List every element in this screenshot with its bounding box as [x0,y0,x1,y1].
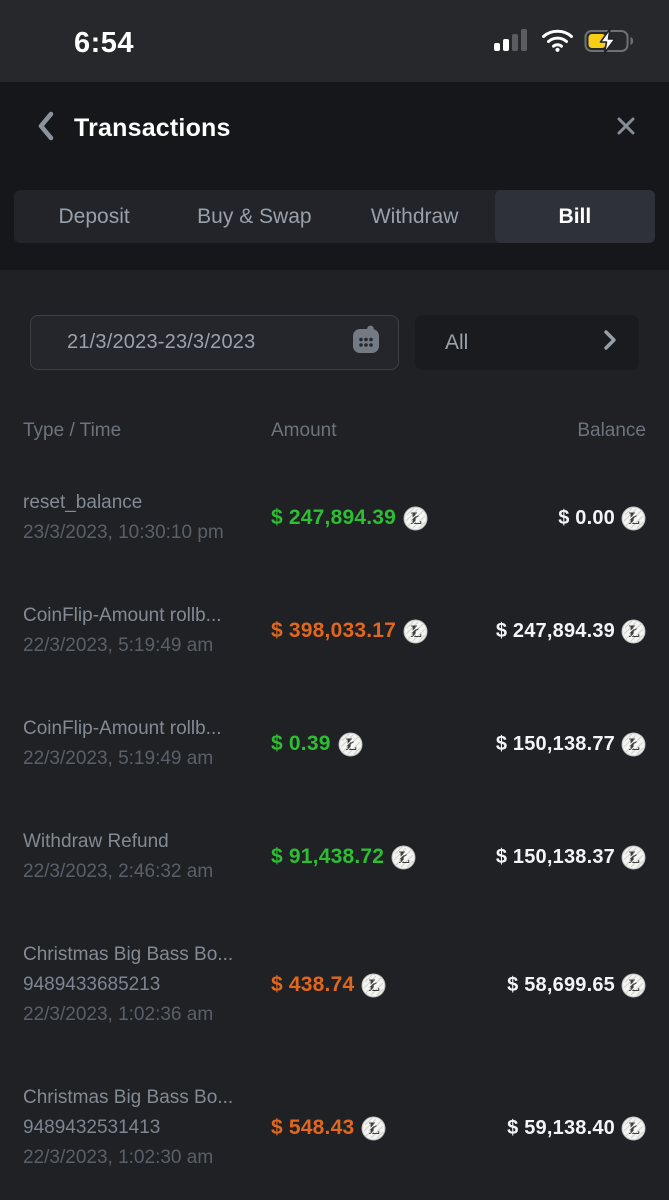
transaction-time: 22/3/2023, 2:46:32 am [23,857,271,887]
table-row: reset_balance23/3/2023, 10:30:10 pm$ 247… [23,488,646,548]
litecoin-coin-icon: Ł [338,732,363,757]
date-range-field[interactable]: 21/3/2023-23/3/2023 [30,315,399,370]
transaction-time: 22/3/2023, 5:19:49 am [23,744,271,774]
battery-charging-icon [584,28,637,59]
balance-value: $ 150,138.37 [496,846,615,869]
tab-bar: DepositBuy & SwapWithdrawBill [14,190,655,243]
litecoin-coin-icon: Ł [621,1116,646,1141]
back-button[interactable] [34,109,58,148]
transaction-type: Christmas Big Bass Bo... [23,940,271,970]
litecoin-coin-icon: Ł [621,506,646,531]
amount-cell: $ 548.43 Ł [271,1116,507,1141]
transaction-type: CoinFlip-Amount rollb... [23,714,271,744]
table-row: Christmas Big Bass Bo...948943253141322/… [23,1083,646,1173]
wifi-icon [541,28,574,58]
tab-bill[interactable]: Bill [495,190,655,243]
table-row: Withdraw Refund22/3/2023, 2:46:32 am$ 91… [23,827,646,887]
balance-cell: $ 150,138.37 Ł [496,845,646,870]
balance-value: $ 59,138.40 [507,1117,615,1140]
litecoin-coin-icon: Ł [403,506,428,531]
transaction-type: CoinFlip-Amount rollb... [23,601,271,631]
amount-value: $ 398,033.17 [271,619,396,643]
table-row: CoinFlip-Amount rollb...22/3/2023, 5:19:… [23,601,646,661]
litecoin-coin-icon: Ł [361,973,386,998]
balance-value: $ 58,699.65 [507,974,615,997]
type-time-cell: Christmas Big Bass Bo...948943368521322/… [23,940,271,1030]
amount-value: $ 438.74 [271,973,354,997]
column-header-amount: Amount [271,420,577,442]
amount-cell: $ 0.39 Ł [271,732,496,757]
balance-cell: $ 150,138.77 Ł [496,732,646,757]
amount-cell: $ 398,033.17 Ł [271,619,496,644]
litecoin-coin-icon: Ł [403,619,428,644]
balance-cell: $ 247,894.39 Ł [496,619,646,644]
chevron-left-icon [34,109,58,148]
tab-withdraw[interactable]: Withdraw [335,190,495,243]
amount-value: $ 247,894.39 [271,506,396,530]
transaction-type: Christmas Big Bass Bo... [23,1083,271,1113]
header-section: Transactions DepositBuy & SwapWithdrawBi… [0,82,669,270]
transaction-type: Withdraw Refund [23,827,271,857]
date-range-value: 21/3/2023-23/3/2023 [67,331,348,354]
table-row: Christmas Big Bass Bo...948943368521322/… [23,940,646,1030]
amount-value: $ 548.43 [271,1116,354,1140]
type-time-cell: CoinFlip-Amount rollb...22/3/2023, 5:19:… [23,601,271,661]
balance-cell: $ 0.00 Ł [558,506,646,531]
transaction-time: 22/3/2023, 5:19:49 am [23,631,271,661]
category-value: All [445,331,601,355]
amount-value: $ 91,438.72 [271,845,384,869]
calendar-icon [348,322,384,363]
header-row: Transactions [0,102,669,154]
status-icons [494,24,637,59]
column-header-type-time: Type / Time [23,420,271,442]
litecoin-coin-icon: Ł [391,845,416,870]
litecoin-coin-icon: Ł [621,973,646,998]
tab-deposit[interactable]: Deposit [14,190,174,243]
amount-cell: $ 247,894.39 Ł [271,506,558,531]
transaction-id: 9489432531413 [23,1113,271,1143]
page-title: Transactions [74,114,231,143]
type-time-cell: CoinFlip-Amount rollb...22/3/2023, 5:19:… [23,714,271,774]
column-header-balance: Balance [577,420,646,442]
category-select[interactable]: All [415,315,639,370]
balance-cell: $ 58,699.65 Ł [507,973,646,998]
transaction-id: 9489433685213 [23,970,271,1000]
amount-cell: $ 438.74 Ł [271,973,507,998]
balance-value: $ 247,894.39 [496,620,615,643]
cellular-signal-icon [494,29,531,58]
type-time-cell: Christmas Big Bass Bo...948943253141322/… [23,1083,271,1173]
litecoin-coin-icon: Ł [621,732,646,757]
transaction-type: reset_balance [23,488,271,518]
table-row: CoinFlip-Amount rollb...22/3/2023, 5:19:… [23,714,646,774]
transactions-table: Type / Time Amount Balance reset_balance… [0,370,669,1173]
close-button[interactable] [613,113,639,144]
transaction-time: 23/3/2023, 10:30:10 pm [23,518,271,548]
close-icon [613,113,639,144]
table-header-row: Type / Time Amount Balance [23,420,646,442]
filter-row: 21/3/2023-23/3/2023 All [0,315,669,370]
main-content: 21/3/2023-23/3/2023 All [0,270,669,1200]
clock-time: 6:54 [74,23,134,60]
amount-value: $ 0.39 [271,732,331,756]
litecoin-coin-icon: Ł [361,1116,386,1141]
amount-cell: $ 91,438.72 Ł [271,845,496,870]
status-bar: 6:54 [0,0,669,82]
chevron-right-icon [601,327,619,358]
type-time-cell: Withdraw Refund22/3/2023, 2:46:32 am [23,827,271,887]
transaction-time: 22/3/2023, 1:02:36 am [23,1000,271,1030]
type-time-cell: reset_balance23/3/2023, 10:30:10 pm [23,488,271,548]
transaction-time: 22/3/2023, 1:02:30 am [23,1143,271,1173]
balance-cell: $ 59,138.40 Ł [507,1116,646,1141]
balance-value: $ 0.00 [558,507,615,530]
litecoin-coin-icon: Ł [621,845,646,870]
tab-buy-swap[interactable]: Buy & Swap [174,190,334,243]
transactions-list: reset_balance23/3/2023, 10:30:10 pm$ 247… [23,488,646,1173]
balance-value: $ 150,138.77 [496,733,615,756]
litecoin-coin-icon: Ł [621,619,646,644]
